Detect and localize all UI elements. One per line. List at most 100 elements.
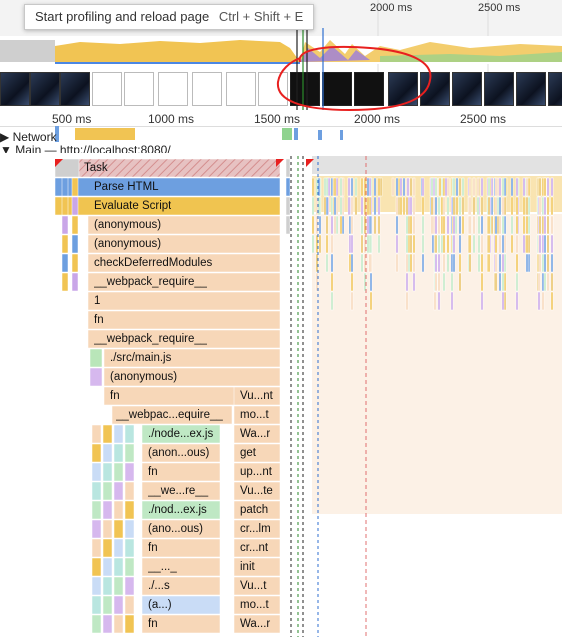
flame-bar[interactable] <box>368 177 372 197</box>
flame-bar[interactable] <box>91 576 102 596</box>
flame-bar[interactable] <box>360 253 364 273</box>
flame-bar[interactable] <box>452 177 456 197</box>
flame-bar[interactable] <box>113 614 124 634</box>
flame-bar[interactable] <box>395 253 399 273</box>
flame-bar[interactable] <box>430 215 434 235</box>
flame-bar[interactable] <box>61 253 69 273</box>
flame-bar[interactable] <box>525 196 529 216</box>
flame-bar[interactable] <box>113 481 124 501</box>
flame-bar[interactable] <box>373 215 377 235</box>
flame-bar[interactable] <box>538 234 542 254</box>
flame-bar[interactable] <box>333 196 337 216</box>
flame-bar[interactable] <box>368 215 372 235</box>
flame-bar[interactable] <box>102 424 113 444</box>
flame-bar[interactable] <box>550 196 554 216</box>
flame-bar[interactable] <box>330 196 334 216</box>
flame-bar[interactable] <box>437 291 441 311</box>
flame-bar[interactable] <box>515 177 519 197</box>
flame-bar[interactable] <box>369 272 373 292</box>
flame-bar[interactable] <box>550 253 554 273</box>
flame-bar[interactable] <box>498 177 502 197</box>
flame-bar[interactable] <box>446 234 450 254</box>
flame-bar[interactable] <box>503 177 507 197</box>
flame-bar[interactable] <box>501 215 505 235</box>
flame-bar[interactable] <box>373 196 377 216</box>
flame-bar[interactable] <box>368 196 372 216</box>
flame-bar[interactable] <box>468 196 472 216</box>
flame-bar[interactable] <box>377 215 381 235</box>
flame-bar[interactable] <box>285 196 291 216</box>
flame-bar[interactable] <box>285 158 291 178</box>
flame-bar[interactable] <box>71 234 79 254</box>
flame-bar[interactable] <box>360 177 364 197</box>
flame-bar[interactable] <box>515 272 519 292</box>
flame-bar[interactable] <box>541 177 545 197</box>
flame-bar[interactable] <box>550 272 554 292</box>
flame-bar[interactable] <box>487 253 491 273</box>
flame-bar[interactable] <box>446 177 450 197</box>
flame-bar[interactable] <box>496 177 500 197</box>
flame-bar[interactable] <box>407 215 411 235</box>
flame-bar[interactable] <box>494 234 498 254</box>
flame-bar[interactable] <box>450 253 454 273</box>
flame-bar[interactable] <box>487 234 491 254</box>
flame-bar[interactable] <box>61 177 69 197</box>
flame-bar[interactable] <box>397 177 401 197</box>
flame-bar[interactable] <box>498 234 502 254</box>
flame-bar[interactable] <box>360 234 364 254</box>
flame-bar[interactable] <box>541 215 545 235</box>
flame-bar[interactable] <box>311 234 315 254</box>
flame-bar[interactable] <box>421 215 425 235</box>
flame-bar[interactable] <box>406 177 410 197</box>
flame-bar[interactable] <box>395 196 399 216</box>
flame-bar[interactable] <box>347 196 351 216</box>
flame-bar[interactable] <box>510 234 514 254</box>
flame-bar[interactable] <box>113 443 124 463</box>
flame-bar[interactable] <box>407 234 411 254</box>
flame-bar[interactable] <box>538 177 542 197</box>
flame-bar[interactable] <box>452 215 456 235</box>
flame-bar[interactable] <box>102 557 113 577</box>
flame-bar[interactable] <box>339 196 343 216</box>
flame-bar[interactable] <box>437 272 441 292</box>
flame-bar[interactable] <box>543 272 547 292</box>
flame-bar[interactable] <box>442 215 446 235</box>
flame-bar[interactable] <box>377 196 381 216</box>
flame-bar[interactable] <box>124 595 135 615</box>
flame-bar[interactable] <box>472 177 476 197</box>
flame-bar[interactable] <box>496 215 500 235</box>
flame-bar[interactable] <box>369 291 373 311</box>
flame-bar[interactable] <box>525 215 529 235</box>
flame-bar[interactable] <box>113 595 124 615</box>
flame-bar[interactable] <box>442 234 446 254</box>
flame-bar[interactable] <box>330 215 334 235</box>
flame-bar[interactable] <box>498 196 502 216</box>
flame-bar[interactable] <box>494 272 498 292</box>
flame-bar[interactable] <box>442 253 446 273</box>
flame-bar[interactable] <box>476 196 480 216</box>
flame-bar[interactable] <box>335 196 339 216</box>
flame-bar[interactable] <box>91 462 102 482</box>
flame-bar[interactable] <box>503 272 507 292</box>
flame-bar[interactable] <box>348 253 352 273</box>
flame-bar[interactable] <box>543 253 547 273</box>
flame-bar[interactable] <box>430 196 434 216</box>
flame-bar[interactable] <box>522 177 526 197</box>
flame-bar[interactable] <box>405 234 409 254</box>
flame-bar[interactable] <box>541 196 545 216</box>
flame-bar[interactable] <box>405 196 409 216</box>
flame-bar[interactable] <box>124 576 135 596</box>
flame-bar[interactable] <box>527 215 531 235</box>
flame-bar[interactable] <box>409 234 413 254</box>
flame-bar[interactable] <box>91 481 102 501</box>
flame-bar[interactable] <box>91 500 102 520</box>
flame-bar[interactable] <box>113 576 124 596</box>
flame-bar[interactable] <box>431 234 435 254</box>
flame-bar[interactable] <box>480 196 484 216</box>
flame-bar[interactable] <box>341 215 345 235</box>
flame-bar[interactable] <box>412 196 416 216</box>
flame-bar[interactable] <box>409 196 413 216</box>
flame-bar[interactable] <box>494 253 498 273</box>
flame-bar[interactable] <box>350 196 354 216</box>
flame-bar[interactable] <box>366 177 370 197</box>
